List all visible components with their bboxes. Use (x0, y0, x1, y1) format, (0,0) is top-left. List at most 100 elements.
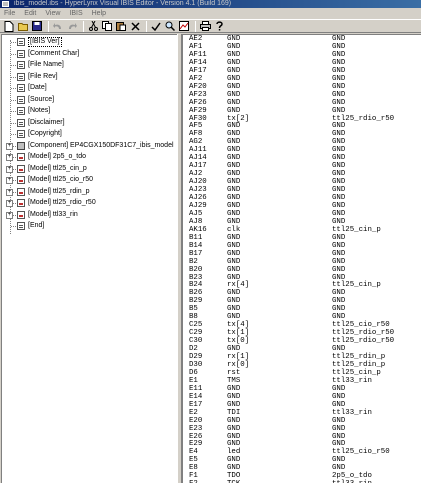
tree-item[interactable]: + [Model] ttl25_rdio_r50 (2, 198, 178, 208)
menu-file[interactable]: File (4, 10, 15, 17)
expand-toggle-icon[interactable]: + (6, 200, 13, 207)
pin-row[interactable]: AF5 GND GND (189, 122, 419, 130)
plot-button[interactable] (178, 20, 190, 32)
pin-row[interactable]: AJ17 GND GND (189, 162, 419, 170)
pin-row[interactable]: E5 GND GND (189, 456, 419, 464)
pin-row[interactable]: AJ29 GND GND (189, 202, 419, 210)
pin-row[interactable]: AE2 GND GND (189, 35, 419, 43)
tree-item[interactable]: [End] (2, 221, 178, 231)
tree-item[interactable]: [Date] (2, 83, 178, 93)
pin-row[interactable]: AF11 GND GND (189, 51, 419, 59)
pin-row[interactable]: B24 rx[4] ttl25_cin_p (189, 281, 419, 289)
pin-row[interactable]: AG2 GND GND (189, 138, 419, 146)
pin-row[interactable]: C30 tx[0] ttl25_rdio_r50 (189, 337, 419, 345)
pin-row[interactable]: D29 rx[1] ttl25_rdin_p (189, 353, 419, 361)
menu-ibis[interactable]: IBIS (69, 10, 82, 17)
tree-item[interactable]: + [Model] ttl25_cio_r50 (2, 175, 178, 185)
redo-button[interactable] (66, 20, 78, 32)
tree-item[interactable]: + [Model] 2p5_o_tdo (2, 152, 178, 162)
undo-button[interactable] (52, 20, 64, 32)
expand-toggle-icon[interactable]: + (6, 211, 13, 219)
tree-item[interactable]: + [Component] EP4CGX150DF31C7_ibis_model (2, 141, 178, 151)
expand-toggle-icon[interactable]: + (6, 154, 13, 161)
tree-item[interactable]: + [Model] ttl25_rdin_p (2, 187, 178, 197)
pin-row[interactable]: B11 GND GND (189, 234, 419, 242)
check-button[interactable] (150, 20, 162, 32)
pin-row[interactable]: B17 GND GND (189, 250, 419, 258)
pin-row[interactable]: AJ26 GND GND (189, 194, 419, 202)
pin-row[interactable]: B5 GND GND (189, 305, 419, 313)
pin-row[interactable]: AJ2 GND GND (189, 170, 419, 178)
pin-row[interactable]: AJ11 GND GND (189, 146, 419, 154)
paste-button[interactable] (115, 20, 127, 32)
pin-row[interactable]: E29 GND GND (189, 440, 419, 448)
pin-row[interactable]: B29 GND GND (189, 297, 419, 305)
open-button[interactable] (17, 20, 29, 32)
pin-row[interactable]: E17 GND GND (189, 401, 419, 409)
tree-item[interactable]: [IBIS Ver] (2, 37, 178, 47)
pin-row[interactable]: B20 GND GND (189, 266, 419, 274)
pin-list-editor[interactable]: AE2 GND GND AF1 GND GND AF11 GND GND AF14 GND GND AF… (182, 34, 421, 483)
tree-item[interactable]: + [Model] ttl25_cin_p (2, 164, 178, 174)
tree-item[interactable]: + [Model] ttl33_rin (2, 210, 178, 220)
pin-row[interactable]: E2 TDI ttl33_rin (189, 409, 419, 417)
pin-row[interactable]: E11 GND GND (189, 385, 419, 393)
pin-row[interactable]: AJ5 GND GND (189, 210, 419, 218)
pin-row[interactable]: AF23 GND GND (189, 91, 419, 99)
pin-row[interactable]: AF1 GND GND (189, 43, 419, 51)
new-button[interactable] (3, 20, 15, 32)
pin-row[interactable]: F1 TDO 2p5_o_tdo (189, 472, 419, 480)
pin-row[interactable]: E23 GND GND (189, 425, 419, 433)
tree-item[interactable]: [Notes] (2, 106, 178, 116)
tree-item[interactable]: [File Rev] (2, 72, 178, 82)
pin-row[interactable]: AF30 tx[2] ttl25_rdio_r50 (189, 115, 419, 123)
expand-toggle-icon[interactable]: + (6, 188, 13, 196)
menu-help[interactable]: Help (92, 10, 106, 17)
pin-row[interactable]: AJ20 GND GND (189, 178, 419, 186)
pin-row[interactable]: C29 tx[1] ttl25_rdio_r50 (189, 329, 419, 337)
pin-row[interactable]: E26 GND GND (189, 433, 419, 441)
pin-row[interactable]: AF8 GND GND (189, 130, 419, 138)
pin-row[interactable]: AF14 GND GND (189, 59, 419, 67)
pin-row[interactable]: AK16 clk ttl25_cin_p (189, 226, 419, 234)
pin-row[interactable]: B26 GND GND (189, 289, 419, 297)
pin-row[interactable]: E14 GND GND (189, 393, 419, 401)
expand-toggle-icon[interactable]: + (6, 177, 13, 184)
pin-row[interactable]: AF26 GND GND (189, 99, 419, 107)
pin-row[interactable]: AF29 GND GND (189, 107, 419, 115)
tree-item[interactable]: [Copyright] (2, 129, 178, 139)
pin-row[interactable]: C25 tx[4] ttl25_cio_r50 (189, 321, 419, 329)
copy-button[interactable] (101, 20, 113, 32)
pin-row[interactable]: D2 GND GND (189, 345, 419, 353)
pin-row[interactable]: E20 GND GND (189, 417, 419, 425)
pin-row[interactable]: AF2 GND GND (189, 75, 419, 83)
save-button[interactable] (31, 20, 43, 32)
pin-row[interactable]: D30 rx[0] ttl25_rdin_p (189, 361, 419, 369)
pin-row[interactable]: AF20 GND GND (189, 83, 419, 91)
pin-row[interactable]: AJ23 GND GND (189, 186, 419, 194)
tree-item[interactable]: [Disclaimer] (2, 118, 178, 128)
help-button[interactable] (213, 20, 225, 32)
pin-row[interactable]: B8 GND GND (189, 313, 419, 321)
pin-row[interactable]: B23 GND GND (189, 274, 419, 282)
menu-view[interactable]: View (45, 10, 60, 17)
pin-row[interactable]: AF17 GND GND (189, 67, 419, 75)
find-button[interactable] (164, 20, 176, 32)
menu-edit[interactable]: Edit (24, 10, 36, 17)
cut-button[interactable] (87, 20, 99, 32)
tree-item[interactable]: [File Name] (2, 60, 178, 70)
pin-row[interactable]: B14 GND GND (189, 242, 419, 250)
expand-toggle-icon[interactable]: + (6, 165, 13, 173)
tree-item[interactable]: [Comment Char] (2, 49, 178, 59)
pin-row[interactable]: AJ14 GND GND (189, 154, 419, 162)
tree-item[interactable]: [Source] (2, 95, 178, 105)
expand-toggle-icon[interactable]: + (6, 142, 13, 150)
pin-row[interactable]: E4 led ttl25_cio_r50 (189, 448, 419, 456)
pin-row[interactable]: AJ8 GND GND (189, 218, 419, 226)
ibis-tree-view[interactable]: [IBIS Ver] [Comment Char] [File Name] [File… (1, 34, 177, 483)
pin-row[interactable]: B2 GND GND (189, 258, 419, 266)
pin-row[interactable]: E1 TMS ttl33_rin (189, 377, 419, 385)
pin-row[interactable]: E8 GND GND (189, 464, 419, 472)
delete-button[interactable] (129, 20, 141, 32)
print-button[interactable] (199, 20, 211, 32)
